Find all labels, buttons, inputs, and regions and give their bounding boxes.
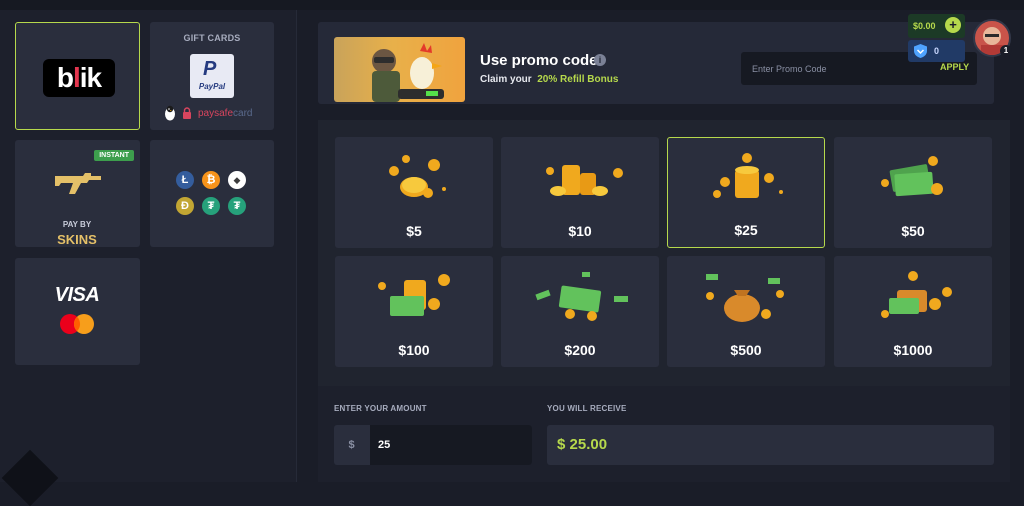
amount-label: $200 (564, 342, 596, 358)
balance-value: $0.00 (913, 21, 936, 31)
promo-banner: Use promo code i Claim your 20% Refill B… (318, 22, 994, 104)
receive-field: $ 25.00 (547, 425, 994, 465)
amount-tile-100[interactable]: $100 (335, 256, 493, 367)
shield-icon (914, 44, 927, 58)
amount-tile-10[interactable]: $10 (501, 137, 659, 248)
promo-title: Use promo code (480, 52, 598, 69)
amount-label: $500 (730, 342, 762, 358)
instant-badge: INSTANT (94, 150, 134, 161)
visa-logo: VISA (54, 284, 100, 306)
payment-method-card[interactable]: VISA (15, 258, 140, 365)
balance-widget[interactable]: $0.00 + (908, 14, 965, 38)
ethereum-icon: ◆ (228, 171, 246, 189)
apply-button[interactable]: APPLY (940, 62, 969, 72)
penguin-icon (165, 105, 175, 121)
payment-method-gift-cards[interactable]: GIFT CARDS P PayPal paysafe card (150, 22, 274, 130)
payment-methods-panel: b l ik GIFT CARDS P PayPal paysafe card IN… (0, 10, 297, 482)
promo-character-image (334, 37, 465, 102)
paysafecard-logo: paysafe card (164, 105, 252, 121)
coins-cash-icon (378, 274, 450, 316)
cash-coins-icon (881, 156, 943, 197)
amount-tile-200[interactable]: $200 (501, 256, 659, 367)
paypal-logo: P PayPal (190, 54, 234, 98)
skins-label: SKINS (57, 232, 97, 247)
tether-tron-icon: ₮ (228, 197, 246, 215)
coin-pile-icon (713, 153, 783, 198)
amount-label: $5 (406, 223, 422, 239)
amount-tile-1000[interactable]: $1000 (834, 256, 992, 367)
gems-value: 0 (934, 46, 940, 56)
payment-method-blik[interactable]: b l ik (15, 22, 140, 130)
rifle-icon (55, 173, 101, 194)
lock-icon (183, 107, 191, 119)
blik-logo: b l ik (43, 59, 115, 97)
currency-symbol: $ (348, 439, 355, 451)
gems-widget[interactable]: 0 (908, 40, 965, 62)
amount-tile-25[interactable]: $25 (667, 137, 825, 248)
cash-bundle-icon (535, 272, 628, 321)
treasure-icon (881, 271, 952, 318)
money-bag-icon (706, 274, 784, 322)
top-strip (0, 0, 1024, 10)
receive-label: YOU WILL RECEIVE (547, 404, 627, 413)
coins-icon (389, 155, 446, 198)
info-icon[interactable]: i (594, 54, 606, 66)
add-funds-button[interactable]: + (945, 17, 961, 33)
tether-icon: ₮ (202, 197, 220, 215)
pay-by-label: PAY BY (62, 220, 92, 229)
level-badge: 1 (1000, 45, 1012, 57)
payment-method-crypto[interactable]: Ł ₿ ◆ Ð ₮ ₮ (150, 140, 274, 247)
mastercard-icon (60, 314, 94, 334)
promo-subtitle: Claim your 20% Refill Bonus (480, 74, 619, 85)
coin-stack-icon (546, 165, 623, 196)
amount-tile-50[interactable]: $50 (834, 137, 992, 248)
amount-tile-500[interactable]: $500 (667, 256, 825, 367)
amount-input[interactable] (370, 425, 532, 465)
amount-label: $10 (568, 223, 592, 239)
amount-field: $ (334, 425, 532, 465)
gift-cards-title: GIFT CARDS (183, 33, 241, 43)
amount-label: $100 (398, 342, 430, 358)
payment-method-skins[interactable]: INSTANT PAY BY SKINS (15, 140, 140, 247)
amount-label: $50 (901, 223, 925, 239)
dogecoin-icon: Ð (176, 197, 194, 215)
enter-amount-label: ENTER YOUR AMOUNT (334, 404, 427, 413)
receive-value: $ 25.00 (557, 436, 608, 453)
litecoin-icon: Ł (176, 171, 194, 189)
refill-bonus-highlight: 20% Refill Bonus (537, 74, 619, 85)
amount-label: $1000 (893, 342, 933, 358)
amount-label: $25 (734, 222, 758, 238)
amount-tile-5[interactable]: $5 (335, 137, 493, 248)
bitcoin-icon: ₿ (202, 171, 220, 189)
